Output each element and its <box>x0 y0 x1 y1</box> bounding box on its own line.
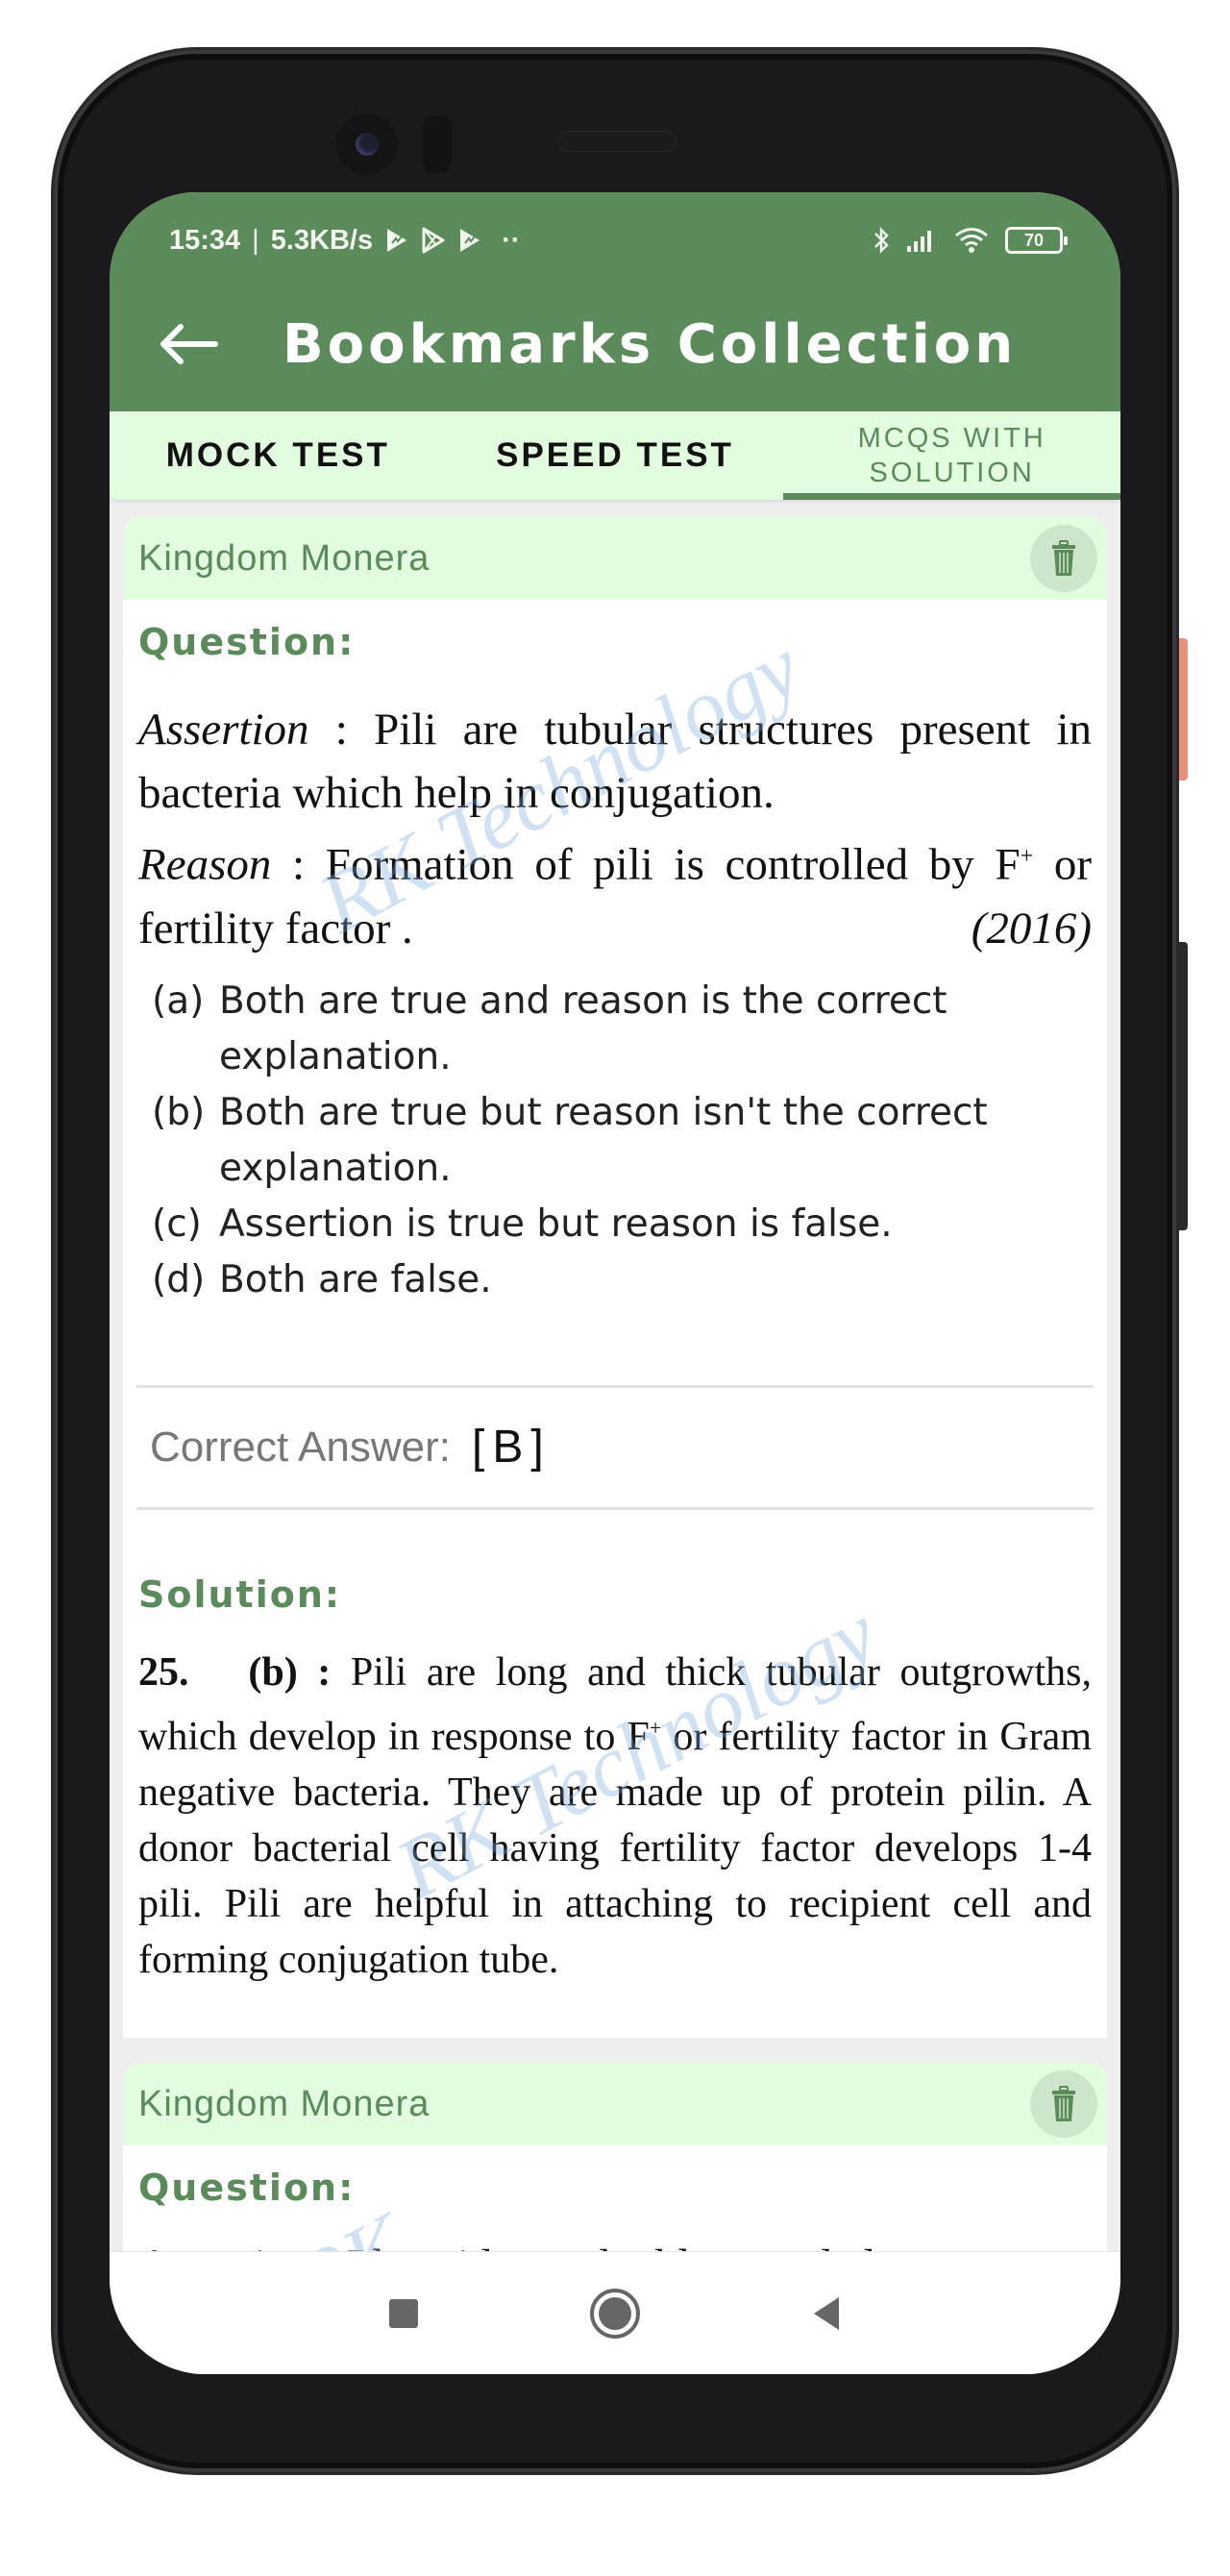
reason-text: : Formation of pili is controlled by F <box>271 839 1021 890</box>
volume-button <box>1176 638 1188 780</box>
options-list: (a) Both are true and reason is the corre… <box>138 974 1092 1308</box>
solution-image: RK Technology 25. (b) : Pili are long an… <box>123 1586 1107 1988</box>
trash-icon <box>1052 2086 1075 2121</box>
option-text: Both are true but reason isn't the corre… <box>219 1090 988 1190</box>
correct-answer-label: Correct Answer: <box>150 1423 451 1471</box>
recents-button[interactable] <box>298 2266 509 2362</box>
question-year: (2016) <box>971 903 1092 954</box>
system-nav-bar <box>110 2251 1120 2374</box>
front-camera <box>336 113 398 175</box>
status-separator: | <box>252 224 259 256</box>
option-key: (d) <box>152 1257 206 1301</box>
card-header: Kingdom Monera <box>123 517 1107 600</box>
option-b: (b) Both are true but reason isn't the co… <box>152 1085 1092 1197</box>
tab-speed-test[interactable]: SPEED TEST <box>447 411 784 500</box>
tab-mcqs-with-solution[interactable]: MCQS WITH SOLUTION <box>783 411 1120 500</box>
play-store-icon <box>421 227 446 254</box>
option-key: (c) <box>152 1201 202 1246</box>
question-label: Question: <box>138 621 356 663</box>
card-topic: Kingdom Monera <box>138 537 430 579</box>
wifi-icon <box>953 226 990 255</box>
option-key: (b) <box>152 1090 206 1134</box>
back-triangle-icon <box>814 2296 839 2330</box>
bluetooth-icon <box>873 226 890 255</box>
solution-label: Solution: <box>138 1573 342 1616</box>
title-bar: Bookmarks Collection <box>154 296 1017 392</box>
battery-icon: 70 <box>1005 227 1068 254</box>
play-store-notification-icon <box>457 227 482 254</box>
recents-icon <box>389 2298 418 2328</box>
power-button <box>1176 942 1188 1230</box>
earpiece-speaker <box>557 131 676 152</box>
back-button[interactable] <box>154 310 223 379</box>
tab-mock-test[interactable]: MOCK TEST <box>110 411 447 500</box>
page-title: Bookmarks Collection <box>283 312 1018 376</box>
status-time: 15:34 <box>169 224 241 256</box>
correct-answer-row: Correct Answer: [B] <box>123 1388 1107 1507</box>
question-label: Question: <box>138 2167 356 2209</box>
home-icon <box>590 2288 640 2339</box>
option-c: (c) Assertion is true but reason is false… <box>152 1197 1092 1252</box>
option-key: (a) <box>152 978 205 1023</box>
solution-option: (b) : <box>248 1649 332 1695</box>
correct-answer-value: [B] <box>471 1422 552 1474</box>
option-a: (a) Both are true and reason is the corre… <box>152 974 1092 1085</box>
solution-number: 25. <box>138 1649 189 1695</box>
question-text: Assertion : Pili are tubular structures … <box>138 698 1092 960</box>
option-d: (d) Both are false. <box>152 1252 1092 1308</box>
option-text: Both are false. <box>219 1257 492 1301</box>
back-nav-button[interactable] <box>721 2266 932 2362</box>
tab-label-line2: SOLUTION <box>869 458 1035 488</box>
option-text: Assertion is true but reason is false. <box>219 1201 893 1246</box>
tab-label-line1: MCQS WITH <box>857 423 1046 454</box>
delete-bookmark-button[interactable] <box>1030 525 1097 592</box>
assertion-label: Assertion <box>138 705 309 755</box>
trash-icon <box>1052 540 1075 576</box>
screen: 15:34 | 5.3KB/s ·· 70 Bookmarks Collecti… <box>110 192 1120 2374</box>
status-bar: 15:34 | 5.3KB/s ·· 70 <box>169 219 1068 261</box>
home-button[interactable] <box>509 2266 721 2362</box>
card-header: Kingdom Monera <box>123 2063 1107 2145</box>
signal-icon <box>905 227 938 254</box>
battery-level: 70 <box>1023 230 1045 250</box>
tab-bar: MOCK TEST SPEED TEST MCQS WITH SOLUTION <box>110 411 1120 500</box>
bookmark-card: Kingdom Monera Question: RK Technology A… <box>123 517 1107 2038</box>
solution-superscript: + <box>649 1715 662 1740</box>
reason-label: Reason <box>138 839 272 890</box>
network-speed: 5.3KB/s <box>270 224 374 256</box>
app-bar: 15:34 | 5.3KB/s ·· 70 Bookmarks Collecti… <box>110 192 1120 411</box>
option-text: Both are true and reason is the correct … <box>219 978 947 1078</box>
solution-text: 25. (b) : Pili are long and thick tubula… <box>123 1645 1107 1988</box>
card-topic: Kingdom Monera <box>138 2083 430 2124</box>
divider <box>136 1506 1094 1510</box>
reason-superscript: + <box>1020 844 1034 869</box>
more-notifications-dots: ·· <box>502 224 521 256</box>
play-store-notification-icon <box>384 227 409 254</box>
delete-bookmark-button[interactable] <box>1030 2070 1097 2138</box>
proximity-sensor <box>423 115 452 173</box>
question-image: RK Technology Assertion : Pili are tubul… <box>123 620 1107 1308</box>
back-arrow-icon <box>160 324 218 364</box>
